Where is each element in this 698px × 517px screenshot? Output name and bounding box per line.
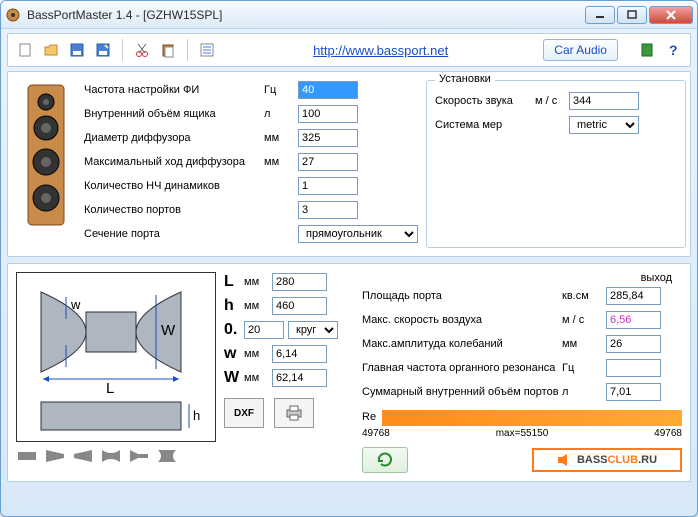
area-label: Площадь порта [362, 290, 562, 302]
ports-label: Количество портов [84, 204, 264, 216]
car-audio-button[interactable]: Car Audio [543, 39, 618, 61]
organ-unit: Гц [562, 362, 602, 374]
list-button[interactable] [196, 39, 218, 61]
drivers-label: Количество НЧ динамиков [84, 180, 264, 192]
speaker-icon [557, 453, 573, 467]
portvol-unit: л [562, 386, 602, 398]
refresh-icon [376, 451, 394, 469]
amp-unit: мм [562, 338, 602, 350]
re-mid: max=55150 [496, 428, 549, 439]
book-icon[interactable] [636, 39, 658, 61]
area-unit: кв.см [562, 290, 602, 302]
diameter-unit: мм [264, 132, 294, 144]
freq-label: Частота настройки ФИ [84, 84, 264, 96]
L-input[interactable] [272, 273, 327, 291]
xmax-unit: мм [264, 156, 294, 168]
organ-output [606, 359, 661, 377]
cut-button[interactable] [131, 39, 153, 61]
new-button[interactable] [14, 39, 36, 61]
velocity-output [606, 311, 661, 329]
h-input[interactable] [272, 297, 327, 315]
drivers-input[interactable] [298, 177, 358, 195]
print-button[interactable] [274, 398, 314, 428]
maximize-button[interactable] [617, 6, 647, 24]
h-label: h [224, 297, 244, 315]
volume-input[interactable] [298, 105, 358, 123]
svg-text:W: W [161, 322, 176, 339]
re-left: 49768 [362, 428, 390, 439]
W-label: W [224, 369, 244, 387]
separator [122, 39, 123, 61]
minimize-button[interactable] [585, 6, 615, 24]
freq-input[interactable] [298, 81, 358, 99]
port-shape-6[interactable] [156, 448, 178, 466]
xmax-label: Максимальный ход диффузора [84, 156, 264, 168]
app-icon [5, 7, 21, 23]
window-title: BassPortMaster 1.4 - [GZHW15SPL] [27, 8, 583, 22]
L-label: L [224, 273, 244, 291]
open-button[interactable] [40, 39, 62, 61]
diameter-label: Диаметр диффузора [84, 132, 264, 144]
volume-label: Внутренний объём ящика [84, 108, 264, 120]
ports-input[interactable] [298, 201, 358, 219]
website-link[interactable]: http://www.bassport.net [313, 43, 448, 58]
O-input[interactable] [244, 321, 284, 339]
svg-text:?: ? [669, 42, 678, 58]
save-as-button[interactable] [92, 39, 114, 61]
w-label: w [224, 345, 244, 363]
bassclub-logo[interactable]: BASSCLUB.RU [532, 448, 682, 472]
dxf-button[interactable]: DXF [224, 398, 264, 428]
velocity-unit: м / с [562, 314, 602, 326]
amp-label: Макс.амплитуда колебаний [362, 338, 562, 350]
W-unit: мм [244, 372, 268, 384]
L-unit: мм [244, 276, 268, 288]
save-button[interactable] [66, 39, 88, 61]
port-diagram: w W L h [16, 272, 216, 442]
paste-button[interactable] [157, 39, 179, 61]
portvol-output [606, 383, 661, 401]
svg-text:w: w [70, 297, 81, 312]
amp-output [606, 335, 661, 353]
speaker-image [16, 80, 76, 230]
output-header: выход [362, 272, 682, 284]
close-button[interactable] [649, 6, 693, 24]
W-input[interactable] [272, 369, 327, 387]
portvol-label: Суммарный внутренний объём портов [362, 386, 562, 398]
port-shape-5[interactable] [128, 448, 150, 466]
re-label: Re [362, 411, 376, 423]
refresh-button[interactable] [362, 447, 408, 473]
port-shape-4[interactable] [100, 448, 122, 466]
port-shape-3[interactable] [72, 448, 94, 466]
w-input[interactable] [272, 345, 327, 363]
re-bar [382, 410, 682, 426]
O-shape-select[interactable]: круг [288, 321, 338, 339]
volume-unit: л [264, 108, 294, 120]
sound-speed-unit: м / с [535, 95, 565, 107]
area-output [606, 287, 661, 305]
section-label: Сечение порта [84, 228, 264, 240]
w-unit: мм [244, 348, 268, 360]
system-label: Система мер [435, 119, 535, 131]
port-shape-2[interactable] [44, 448, 66, 466]
sound-speed-input[interactable] [569, 92, 639, 110]
freq-unit: Гц [264, 84, 294, 96]
re-right: 49768 [654, 428, 682, 439]
section-select[interactable]: прямоугольник [298, 225, 418, 243]
organ-label: Главная частота органного резонанса [362, 362, 562, 374]
h-unit: мм [244, 300, 268, 312]
settings-legend: Установки [435, 73, 495, 85]
svg-text:h: h [193, 408, 200, 423]
separator [187, 39, 188, 61]
xmax-input[interactable] [298, 153, 358, 171]
system-select[interactable]: metric [569, 116, 639, 134]
sound-speed-label: Скорость звука [435, 95, 535, 107]
svg-text:L: L [106, 380, 114, 397]
port-shape-1[interactable] [16, 448, 38, 466]
O-label: 0. [224, 321, 244, 339]
diameter-input[interactable] [298, 129, 358, 147]
help-button[interactable]: ? [662, 39, 684, 61]
printer-icon [284, 404, 304, 422]
velocity-label: Макс. скорость воздуха [362, 314, 562, 326]
